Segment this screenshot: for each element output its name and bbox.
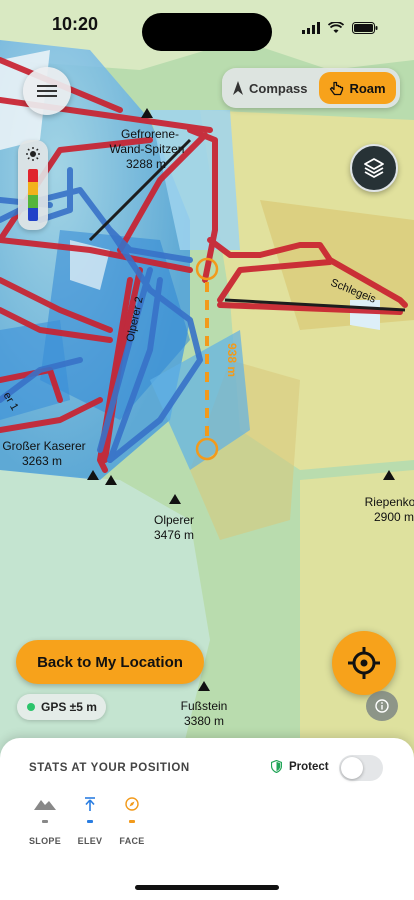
shield-icon <box>271 760 282 773</box>
roam-mode-label: Roam <box>349 80 386 96</box>
peak-elevation: 3476 m <box>154 528 194 542</box>
status-time: 10:20 <box>52 14 99 34</box>
mountain-icon <box>34 800 56 810</box>
home-indicator <box>135 885 279 890</box>
arrow-up-icon <box>85 797 95 811</box>
peak-label: Riepenko <box>365 495 414 509</box>
peak-elevation: 3380 m <box>184 714 224 728</box>
slope-legend[interactable] <box>18 140 48 230</box>
peak-elevation: 3288 m <box>126 157 166 171</box>
sun-icon <box>26 147 40 161</box>
protect-label: Protect <box>289 760 329 773</box>
stat-slope: SLOPE <box>23 796 67 846</box>
legend-blue <box>28 208 38 221</box>
distance-label: 938 m <box>225 343 239 377</box>
layers-button[interactable] <box>350 144 398 192</box>
stat-slope-value <box>42 820 48 823</box>
legend-red <box>28 169 38 182</box>
layers-icon <box>364 158 384 178</box>
peak-label: Großer Kaserer <box>2 439 85 453</box>
gps-status-dot <box>27 703 35 711</box>
compass-mode-label: Compass <box>249 80 308 96</box>
protect-row: Protect <box>271 760 329 773</box>
crosshair-icon <box>348 647 380 679</box>
protect-toggle[interactable] <box>339 755 383 781</box>
wifi-icon <box>328 22 344 33</box>
peak-label: Wand-Spitzen <box>110 142 185 156</box>
compass-icon <box>125 797 139 811</box>
peak-label: Olperer <box>154 513 194 527</box>
stat-elev-label: ELEV <box>77 836 103 846</box>
status-icons <box>302 22 378 34</box>
compass-arrow-icon <box>233 81 243 95</box>
peak-elevation: 2900 m <box>374 510 414 524</box>
locate-button[interactable] <box>332 631 396 695</box>
mode-toggle: Compass Roam <box>222 68 400 108</box>
signal-icon <box>302 22 320 34</box>
battery-icon <box>352 22 378 34</box>
roam-mode-button[interactable]: Roam <box>319 72 396 104</box>
gps-accuracy-badge: GPS ±5 m <box>17 694 106 720</box>
stat-elev: ELEV <box>68 796 112 846</box>
legend-green <box>28 195 38 208</box>
back-to-location-button[interactable]: Back to My Location <box>16 640 204 684</box>
info-icon <box>375 699 389 713</box>
peak-label: Fußstein <box>181 699 228 713</box>
protect-toggle-knob <box>341 757 363 779</box>
gps-accuracy-label: GPS ±5 m <box>41 700 97 714</box>
compass-mode-button[interactable]: Compass <box>232 72 308 104</box>
hamburger-icon <box>37 82 57 100</box>
stats-sheet: STATS AT YOUR POSITION Protect SLOPE ELE… <box>0 738 414 900</box>
stat-face-value <box>129 820 135 823</box>
stat-elev-value <box>87 820 93 823</box>
stat-face-label: FACE <box>119 836 145 846</box>
menu-button[interactable] <box>23 67 71 115</box>
sheet-title: STATS AT YOUR POSITION <box>29 762 190 774</box>
stat-slope-label: SLOPE <box>28 836 61 846</box>
dynamic-island <box>142 13 272 51</box>
info-button[interactable] <box>366 691 398 721</box>
legend-yellow <box>28 182 38 195</box>
legend-color-bar <box>28 169 38 221</box>
pointer-hand-icon <box>330 81 344 95</box>
peak-label: Gefrorene- <box>121 127 179 141</box>
peak-elevation: 3263 m <box>22 454 62 468</box>
stat-face: FACE <box>110 796 154 846</box>
status-bar: 10:20 <box>0 0 414 51</box>
